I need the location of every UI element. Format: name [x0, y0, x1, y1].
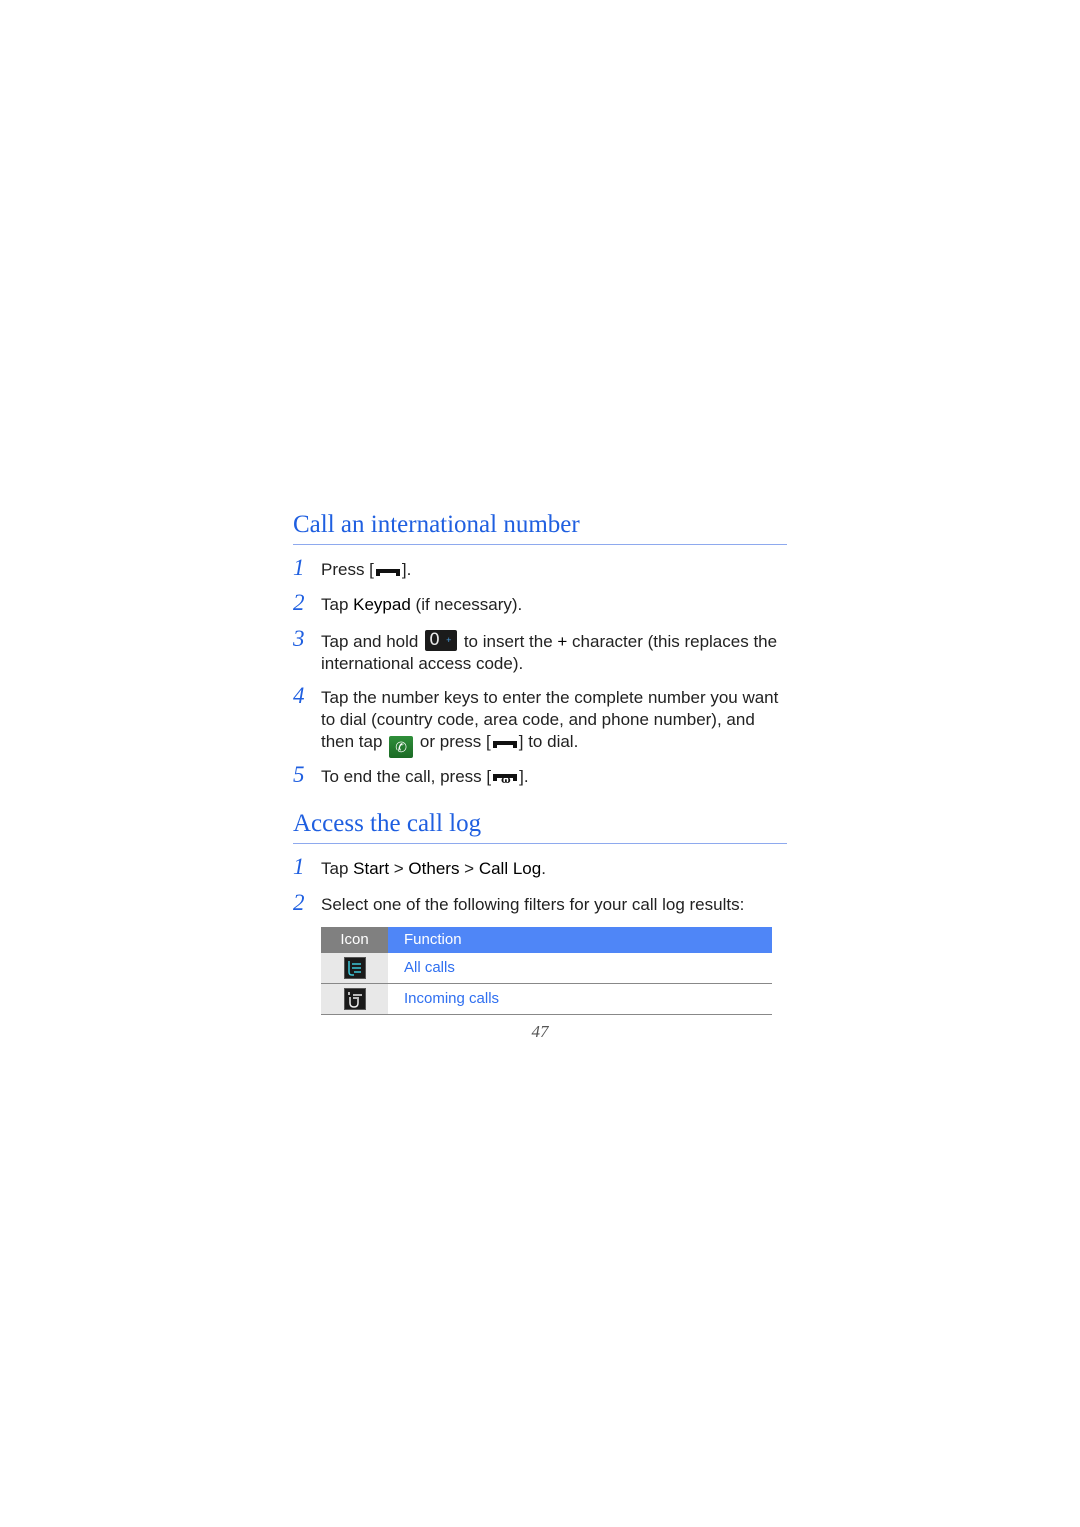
page-number: 47: [531, 1022, 549, 1041]
section-title-international: Call an international number: [293, 510, 787, 545]
function-all-calls: All calls: [404, 959, 455, 976]
step-text: or press [: [415, 732, 491, 751]
step-number: 4: [293, 683, 305, 708]
step-text: Select one of the following filters for …: [321, 895, 745, 914]
step-number: 2: [293, 590, 305, 615]
step-number: 2: [293, 890, 305, 915]
table-header: Icon Function: [321, 927, 772, 953]
manual-page: Call an international number 1 Press [].…: [0, 0, 1080, 1527]
end-key-icon: ω: [492, 772, 518, 786]
step-number: 1: [293, 555, 305, 580]
step-text: .: [541, 859, 546, 878]
step-number: 1: [293, 854, 305, 879]
step-text: Press [: [321, 560, 374, 579]
step-text: Tap and hold: [321, 632, 424, 651]
section-title-call-log: Access the call log: [293, 809, 787, 844]
header-function: Function: [388, 927, 772, 953]
function-incoming-calls: Incoming calls: [404, 990, 500, 1007]
all-calls-icon: [343, 957, 366, 979]
step-text: to insert the: [459, 632, 558, 651]
step-text: ].: [401, 560, 412, 579]
separator: >: [389, 859, 409, 878]
step-text: Tap: [321, 595, 354, 614]
table-row: Incoming calls: [321, 984, 772, 1015]
step-text: Tap: [321, 859, 354, 878]
step-text: To end the call, press [: [321, 767, 492, 786]
step-number: 5: [293, 762, 305, 787]
table-row: All calls: [321, 953, 772, 984]
zero-plus-key-icon: 0 +: [425, 630, 458, 651]
menu-start: Start: [353, 859, 390, 878]
plus-char: +: [557, 632, 568, 651]
separator: >: [459, 859, 479, 878]
send-key-icon: [492, 737, 518, 749]
incoming-calls-icon: [343, 988, 366, 1010]
header-icon: Icon: [321, 927, 388, 953]
step-text: ].: [519, 767, 529, 786]
step-number: 3: [293, 626, 305, 651]
menu-call-log: Call Log: [478, 859, 542, 878]
green-call-icon: ✆: [389, 736, 414, 758]
step-text: ] to dial.: [518, 732, 579, 751]
filter-table: Icon Function All calls Incoming calls: [321, 927, 772, 1015]
send-key-icon: [375, 565, 401, 577]
keypad-label: Keypad: [353, 595, 411, 614]
step-text: (if necessary).: [410, 595, 523, 614]
menu-others: Others: [408, 859, 460, 878]
